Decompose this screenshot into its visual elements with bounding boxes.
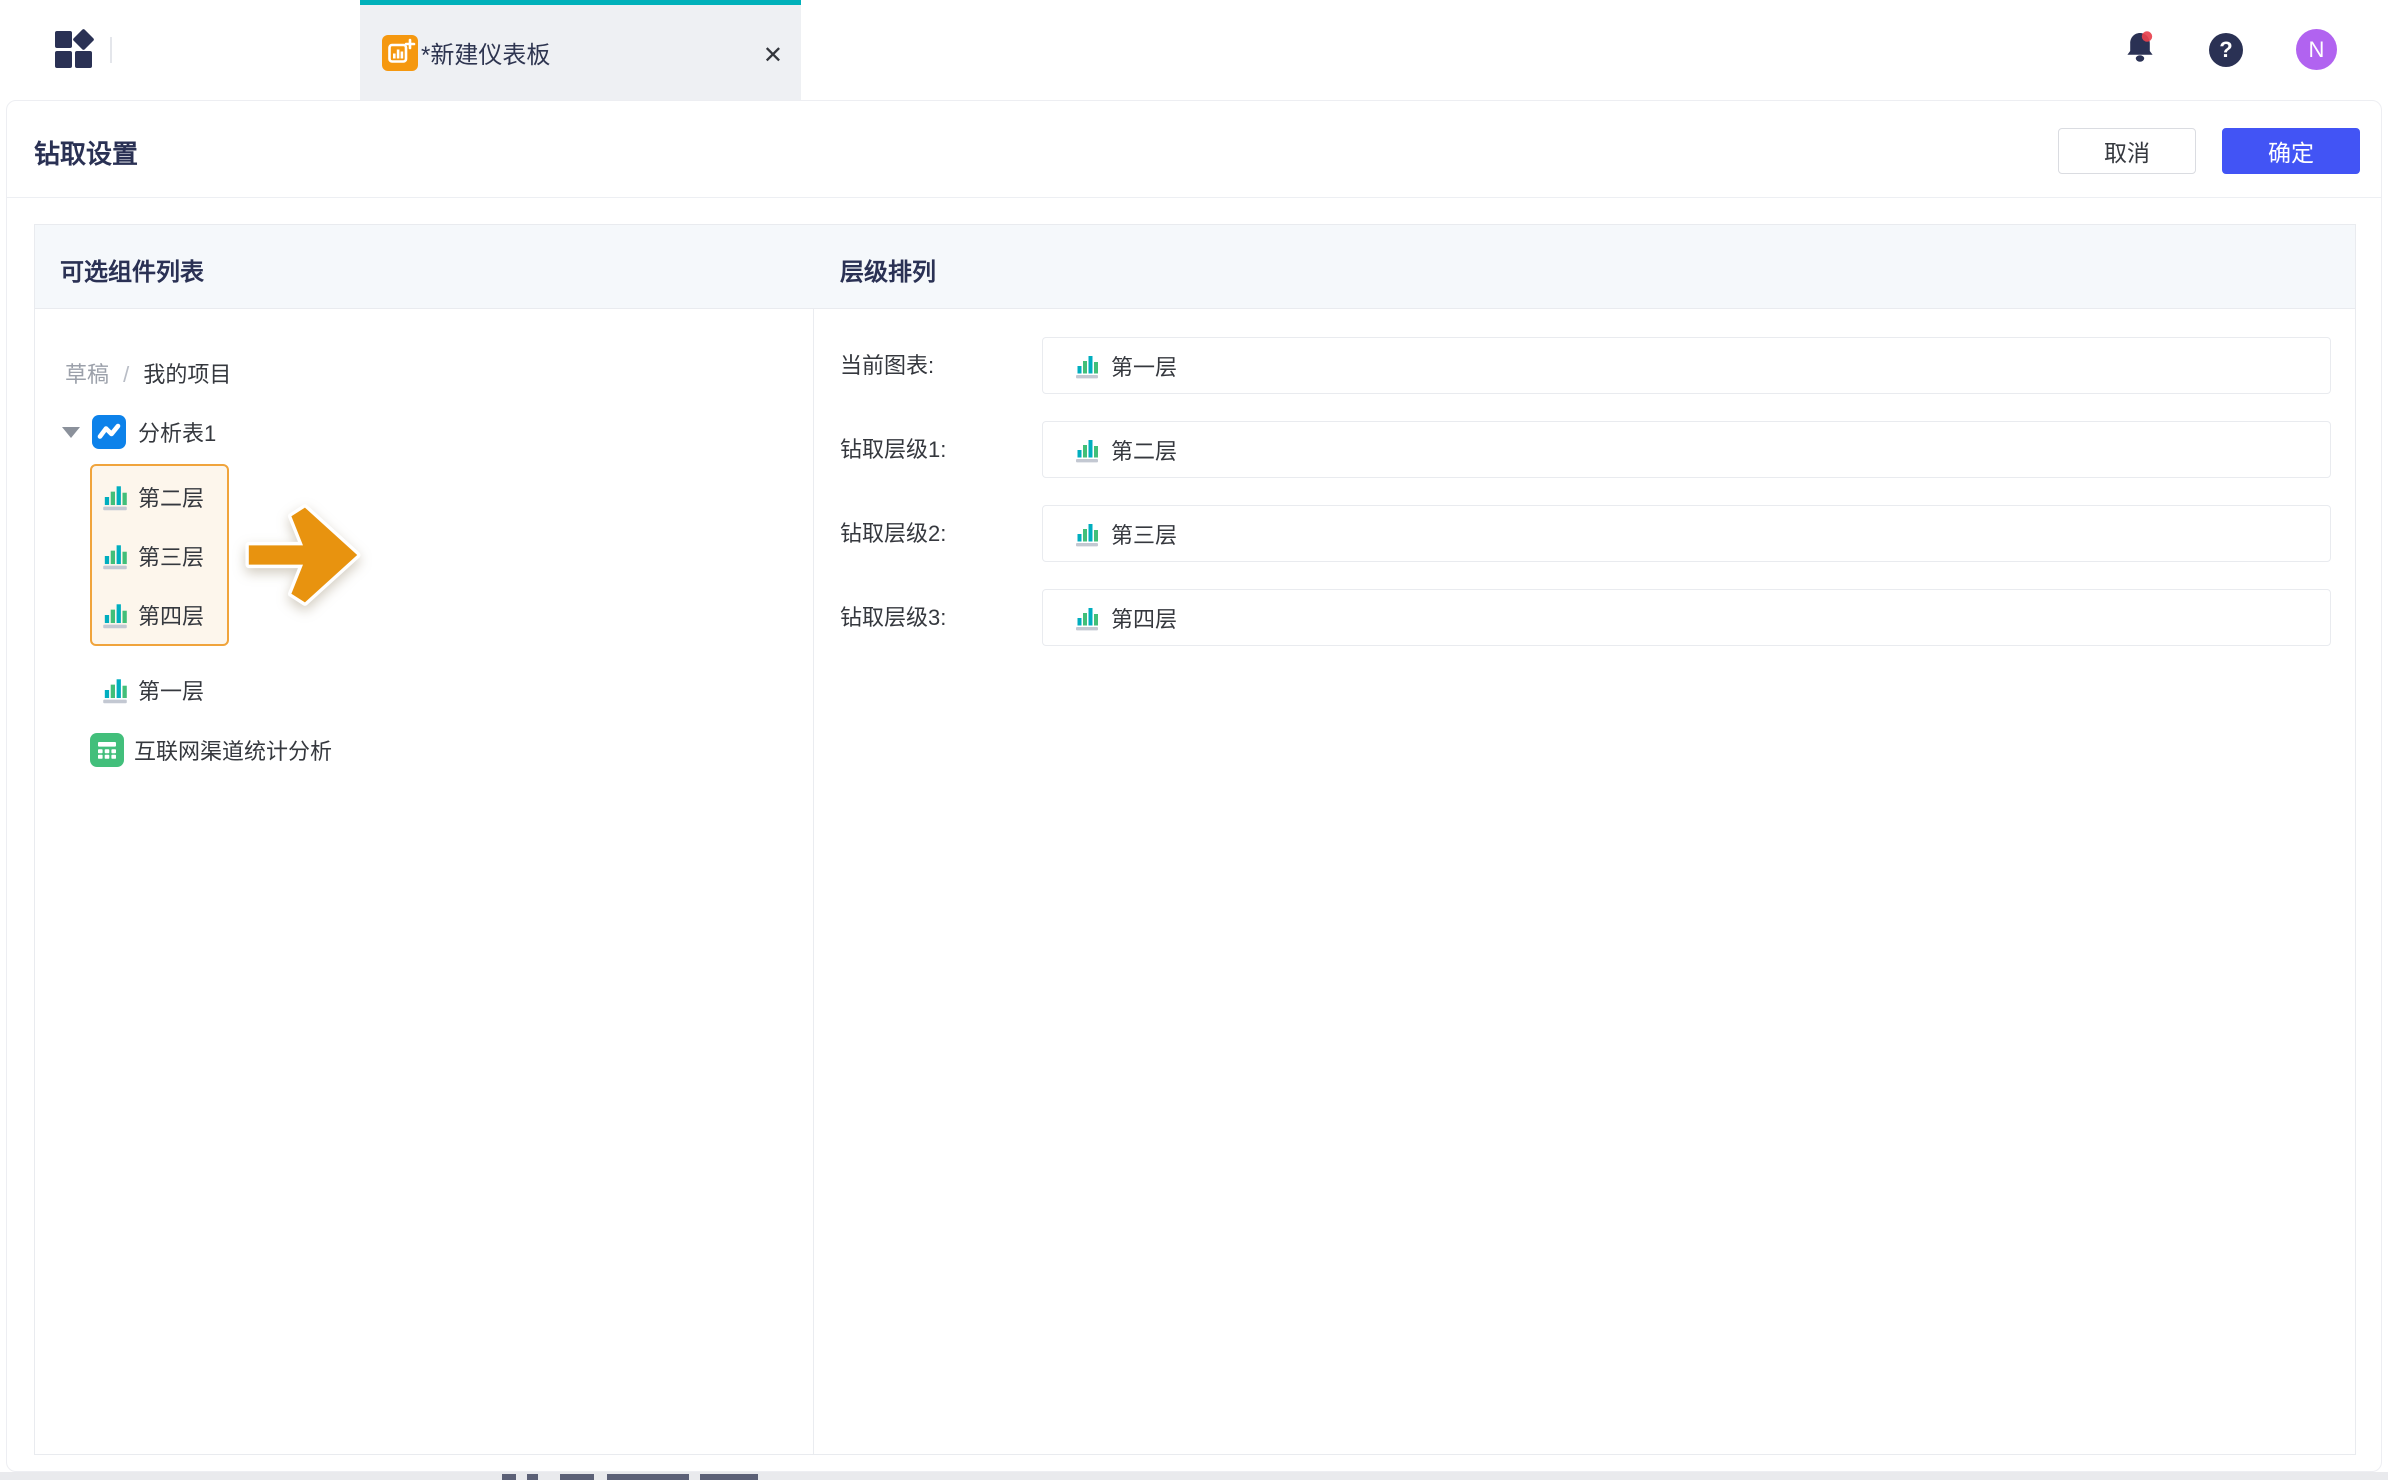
- notification-bell-icon[interactable]: [2124, 29, 2156, 67]
- hierarchy-slot-value: 第三层: [1111, 518, 1177, 550]
- selected-items-highlight-box: 第二层 第三层 第四: [90, 464, 229, 646]
- hierarchy-row-drill-level-1: 钻取层级1: 第二层: [840, 421, 2331, 478]
- tree-item-level2[interactable]: 第二层: [92, 467, 227, 526]
- logo-square: [75, 51, 92, 68]
- page-underlay-text-fragment: [502, 1474, 516, 1480]
- hierarchy-slot-value: 第四层: [1111, 602, 1177, 634]
- hierarchy-row-drill-level-3: 钻取层级3: 第四层: [840, 589, 2331, 646]
- bar-chart-icon: [100, 600, 130, 630]
- logo-diamond: [72, 28, 94, 50]
- breadcrumb-root[interactable]: 草稿: [65, 362, 109, 387]
- breadcrumb: 草稿 / 我的项目: [65, 357, 231, 389]
- bar-chart-icon: [1073, 520, 1101, 548]
- tree-item-level1[interactable]: 第一层: [100, 662, 204, 718]
- user-avatar[interactable]: N: [2296, 29, 2337, 70]
- panel-header-band: 可选组件列表 层级排列: [35, 225, 2355, 309]
- bar-chart-icon: [1073, 352, 1101, 380]
- hierarchy-slot-drill-level-3[interactable]: 第四层: [1042, 589, 2331, 646]
- dashboard-tab-icon: [382, 35, 418, 71]
- bar-chart-icon: [1073, 436, 1101, 464]
- hierarchy-slot-drill-level-2[interactable]: 第三层: [1042, 505, 2331, 562]
- drag-hint-arrow-icon: [243, 503, 363, 607]
- page-underlay-text-fragment: [560, 1474, 594, 1480]
- hierarchy-slot-current-chart[interactable]: 第一层: [1042, 337, 2331, 394]
- top-bar: *新建仪表板 ✕ ? N: [0, 0, 2388, 100]
- page-underlay-strip: [0, 1472, 2388, 1480]
- hierarchy-row-label: 当前图表:: [840, 337, 934, 394]
- tree-item-label: 第一层: [138, 674, 204, 706]
- logo-divider: [110, 37, 112, 63]
- breadcrumb-current: 我的项目: [143, 362, 231, 387]
- dialog-title: 钻取设置: [34, 134, 138, 171]
- dialog-header: 钻取设置 取消 确定: [7, 101, 2381, 198]
- tree-item-label: 第三层: [138, 540, 204, 572]
- tab-new-dashboard[interactable]: *新建仪表板 ✕: [360, 0, 801, 100]
- tree-item-label: 第四层: [138, 599, 204, 631]
- tree-item-level3[interactable]: 第三层: [92, 526, 227, 585]
- tab-title: *新建仪表板: [421, 35, 550, 70]
- column-divider: [813, 309, 814, 1454]
- right-panel-header: 层级排列: [840, 252, 936, 287]
- tree-node-analysis-table[interactable]: 分析表1: [35, 410, 216, 454]
- tree-item-label: 第二层: [138, 481, 204, 513]
- hierarchy-slot-drill-level-1[interactable]: 第二层: [1042, 421, 2331, 478]
- page-underlay-text-fragment: [607, 1474, 689, 1480]
- table-icon: [90, 733, 124, 767]
- hierarchy-row-drill-level-2: 钻取层级2: 第三层: [840, 505, 2331, 562]
- hierarchy-slot-value: 第二层: [1111, 434, 1177, 466]
- tree-item-level4[interactable]: 第四层: [92, 585, 227, 644]
- help-glyph: ?: [2219, 37, 2232, 63]
- tab-close-icon[interactable]: ✕: [763, 5, 783, 105]
- bar-chart-icon: [100, 675, 130, 705]
- tree-item-label: 互联网渠道统计分析: [134, 734, 332, 766]
- hierarchy-slot-value: 第一层: [1111, 350, 1177, 382]
- confirm-button[interactable]: 确定: [2222, 128, 2360, 174]
- cancel-button[interactable]: 取消: [2058, 128, 2196, 174]
- breadcrumb-separator: /: [123, 362, 129, 387]
- analysis-chart-icon: [92, 415, 126, 449]
- app-logo-icon[interactable]: [55, 31, 92, 68]
- hierarchy-row-label: 钻取层级2:: [840, 505, 946, 562]
- help-icon[interactable]: ?: [2209, 33, 2243, 67]
- drill-settings-panel: 可选组件列表 层级排列 草稿 / 我的项目 分析表1: [34, 224, 2356, 1455]
- page-underlay-text-fragment: [700, 1474, 758, 1480]
- left-panel-header: 可选组件列表: [60, 252, 204, 287]
- hierarchy-row-label: 钻取层级1:: [840, 421, 946, 478]
- tree-node-label: 分析表1: [138, 416, 216, 448]
- logo-square: [55, 31, 72, 48]
- bar-chart-icon: [1073, 604, 1101, 632]
- hierarchy-row-current-chart: 当前图表: 第一层: [840, 337, 2331, 394]
- drill-settings-dialog: 钻取设置 取消 确定 可选组件列表 层级排列 草稿 / 我的项目 分析表1: [6, 100, 2382, 1472]
- bar-chart-icon: [100, 482, 130, 512]
- page-underlay-text-fragment: [527, 1474, 538, 1480]
- logo-square: [55, 51, 72, 68]
- tree-item-internet-channel-table[interactable]: 互联网渠道统计分析: [90, 733, 332, 767]
- bar-chart-icon: [100, 541, 130, 571]
- hierarchy-row-label: 钻取层级3:: [840, 589, 946, 646]
- expander-chevron-down-icon[interactable]: [62, 427, 80, 438]
- avatar-initial: N: [2309, 37, 2325, 63]
